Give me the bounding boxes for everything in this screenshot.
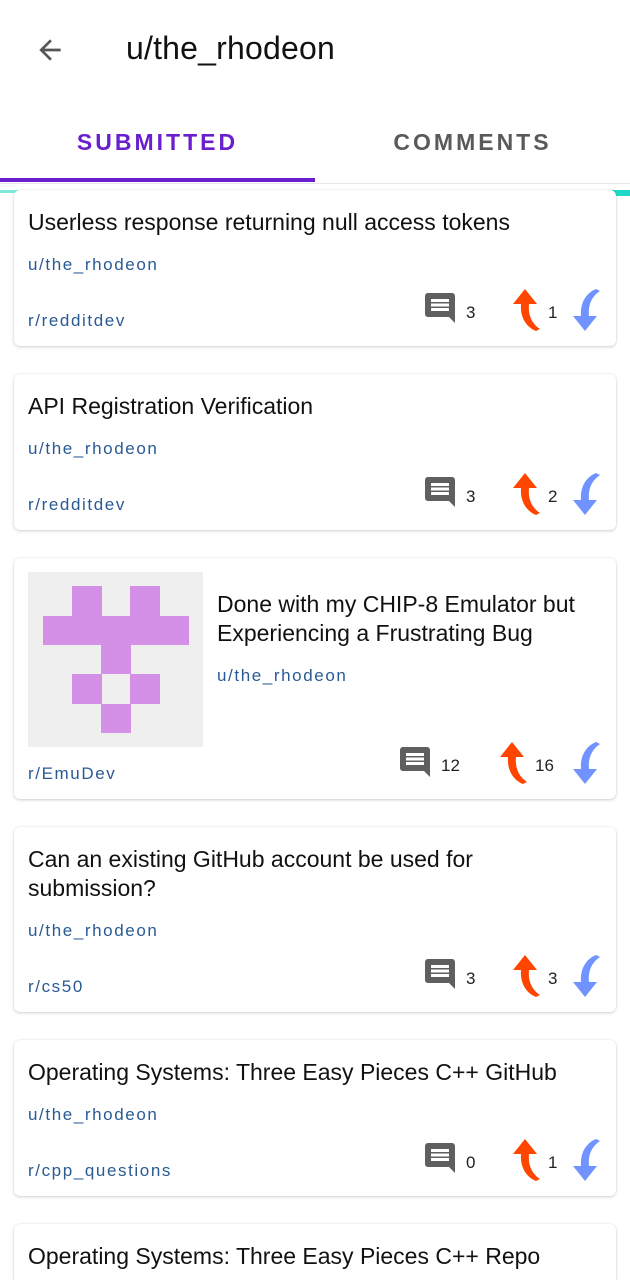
post-author[interactable]: u/the_rhodeon	[28, 439, 158, 459]
post-subreddit[interactable]: r/cpp_questions	[28, 1161, 172, 1181]
post-card[interactable]: Done with my CHIP-8 Emulator but Experie…	[14, 558, 616, 799]
vote-score: 1	[548, 303, 558, 322]
post-subreddit[interactable]: r/cs50	[28, 977, 84, 997]
post-title[interactable]: Done with my CHIP-8 Emulator but Experie…	[217, 590, 596, 648]
downvote-icon[interactable]	[562, 740, 602, 786]
upvote-icon[interactable]	[506, 471, 546, 517]
post-card[interactable]: Can an existing GitHub account be used f…	[14, 827, 616, 1012]
post-title[interactable]: Operating Systems: Three Easy Pieces C++…	[28, 1242, 596, 1271]
post-title[interactable]: Can an existing GitHub account be used f…	[28, 845, 596, 903]
vote-score: 16	[535, 756, 554, 775]
tab-comments[interactable]: COMMENTS	[315, 100, 630, 183]
comment-count: 3	[466, 303, 476, 322]
post-author[interactable]: u/the_rhodeon	[28, 921, 158, 941]
upvote-icon[interactable]	[493, 740, 533, 786]
post-subreddit[interactable]: r/redditdev	[28, 495, 126, 515]
tab-submitted[interactable]: SUBMITTED	[0, 100, 315, 183]
post-title[interactable]: Operating Systems: Three Easy Pieces C++…	[28, 1058, 596, 1087]
post-subreddit[interactable]: r/EmuDev	[28, 764, 116, 784]
comment-icon[interactable]	[422, 290, 458, 326]
comment-icon[interactable]	[422, 956, 458, 992]
back-button[interactable]	[28, 28, 72, 72]
post-card[interactable]: Userless response returning null access …	[14, 190, 616, 346]
pixel-art-icon	[43, 586, 189, 733]
vote-score: 2	[548, 487, 558, 506]
comment-count: 0	[466, 1153, 476, 1172]
post-card[interactable]: Operating Systems: Three Easy Pieces C++…	[14, 1224, 616, 1280]
comment-icon[interactable]	[422, 1140, 458, 1176]
post-author[interactable]: u/the_rhodeon	[28, 1105, 158, 1125]
upvote-icon[interactable]	[506, 953, 546, 999]
comment-count: 12	[441, 756, 460, 775]
post-author[interactable]: u/the_rhodeon	[217, 666, 347, 686]
post-title[interactable]: Userless response returning null access …	[28, 208, 596, 237]
comment-icon[interactable]	[422, 474, 458, 510]
arrow-back-icon	[39, 39, 61, 61]
post-subreddit[interactable]: r/redditdev	[28, 311, 126, 331]
app-bar: u/the_rhodeon	[0, 0, 630, 100]
downvote-icon[interactable]	[562, 1137, 602, 1183]
post-title[interactable]: API Registration Verification	[28, 392, 596, 421]
post-author[interactable]: u/the_rhodeon	[28, 255, 158, 275]
comment-count: 3	[466, 487, 476, 506]
tab-bar: SUBMITTED COMMENTS	[0, 100, 630, 184]
post-card[interactable]: Operating Systems: Three Easy Pieces C++…	[14, 1040, 616, 1196]
page-title: u/the_rhodeon	[126, 30, 336, 66]
downvote-icon[interactable]	[562, 287, 602, 333]
upvote-icon[interactable]	[506, 287, 546, 333]
vote-score: 1	[548, 1153, 558, 1172]
tab-indicator	[0, 178, 315, 182]
upvote-icon[interactable]	[506, 1137, 546, 1183]
downvote-icon[interactable]	[562, 953, 602, 999]
comment-icon[interactable]	[397, 744, 433, 780]
downvote-icon[interactable]	[562, 471, 602, 517]
post-thumbnail[interactable]	[28, 572, 203, 747]
post-card[interactable]: API Registration Verification u/the_rhod…	[14, 374, 616, 530]
vote-score: 3	[548, 969, 558, 988]
comment-count: 3	[466, 969, 476, 988]
